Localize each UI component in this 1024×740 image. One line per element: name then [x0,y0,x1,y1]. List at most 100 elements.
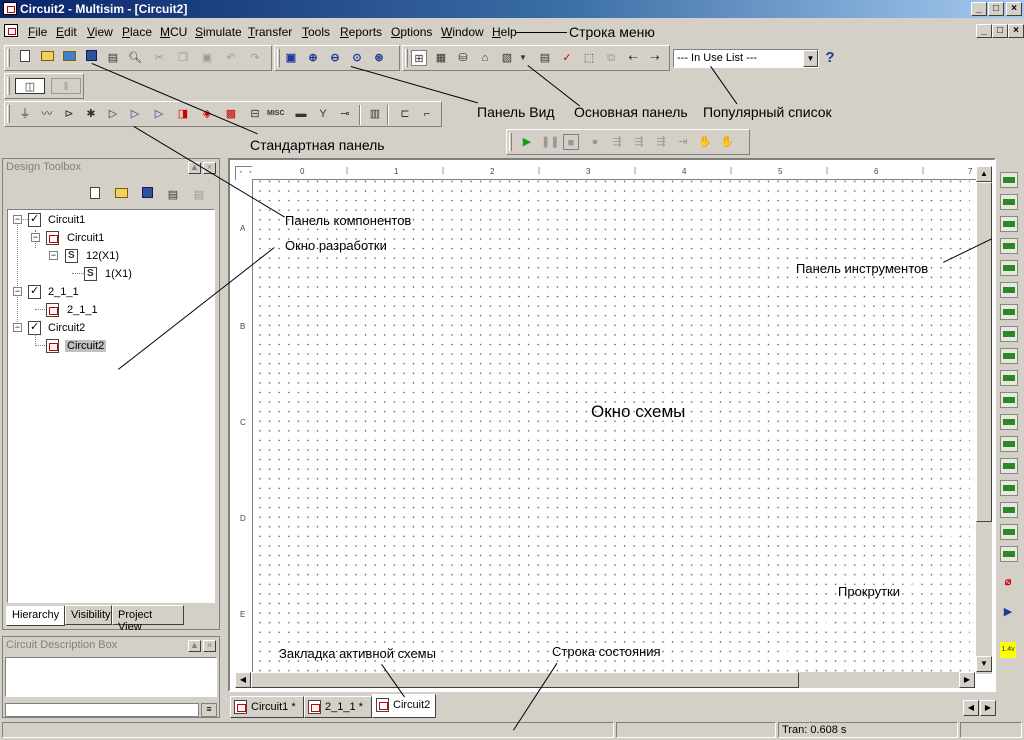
wattmeter-icon[interactable] [1000,216,1018,232]
create-component-icon[interactable]: ⌂ [477,50,493,66]
bus-icon[interactable]: ⌐ [419,106,435,122]
agilent-oscilloscope-icon[interactable] [1000,524,1018,540]
tree-item-1x1[interactable]: 1(X1) [105,268,132,280]
tab-hierarchy[interactable]: Hierarchy [6,606,65,626]
fullscreen-icon[interactable]: ▣ [283,50,299,66]
undo-icon[interactable]: ↶ [223,50,239,66]
rename-icon[interactable]: ▤ [191,187,207,203]
menu-tools[interactable]: Tools [302,25,330,39]
doc-minimize-button[interactable]: _ [976,24,992,38]
spreadsheet-icon[interactable]: ▦ [433,50,449,66]
redo-icon[interactable]: ↷ [247,50,263,66]
tree-collapse-icon[interactable]: − [31,233,40,242]
print-icon[interactable]: ▤ [105,50,121,66]
tab-scroll-left-icon[interactable]: ◀ [963,700,979,716]
horizontal-scrollbar[interactable]: ◀ ▶ [235,672,975,688]
tree-collapse-icon[interactable]: − [13,287,22,296]
current-probe-icon[interactable]: 1.4v [1000,642,1016,658]
tree-collapse-icon[interactable]: − [13,323,22,332]
tektronix-oscilloscope-icon[interactable] [1000,546,1018,562]
stop-icon[interactable]: ■ [563,134,579,150]
ttl-icon[interactable]: ▷ [127,106,143,122]
menu-simulate[interactable]: Simulate [195,25,242,39]
tab-visibility[interactable]: Visibility [65,605,112,625]
tree-item-2-1-1-sheet[interactable]: 2_1_1 [67,304,98,316]
pane-close-icon[interactable]: × [203,640,216,652]
pane-dock-icon[interactable]: ▲ [188,640,201,652]
menu-options[interactable]: Options [391,25,432,39]
design-toolbox-icon[interactable]: ⊞ [411,50,427,66]
menu-help[interactable]: Help [492,25,517,39]
erc-icon[interactable]: ✓ [559,50,575,66]
maximize-button[interactable]: □ [988,2,1004,16]
print-preview-icon[interactable]: 🔍︎ [127,50,143,66]
measurement-probe-icon[interactable]: ⌀ [1000,574,1016,590]
cut-icon[interactable]: ✂ [151,50,167,66]
tree-item-circuit1[interactable]: Circuit1 [48,214,85,226]
four-channel-oscilloscope-icon[interactable] [1000,260,1018,276]
electromechanical-icon[interactable]: ⊸ [337,106,353,122]
step-over-icon[interactable]: ⇶ [631,134,647,150]
analog-icon[interactable]: ▷ [105,106,121,122]
logic-analyzer-icon[interactable] [1000,348,1018,364]
switch-icon[interactable]: ‖ [51,78,81,94]
function-generator-icon[interactable] [1000,194,1018,210]
menu-view[interactable]: View [87,25,113,39]
doc-restore-button[interactable]: □ [992,24,1008,38]
spectrum-analyzer-icon[interactable] [1000,436,1018,452]
vertical-scroll-thumb[interactable] [976,182,992,522]
pause-icon[interactable]: ❚❚ [541,134,559,150]
splitter-icon[interactable]: ≡ [201,703,217,717]
checkbox-icon[interactable] [28,320,41,335]
bode-plotter-icon[interactable] [1000,282,1018,298]
save-icon[interactable] [139,187,155,203]
advanced-peripherals-icon[interactable]: ▬ [293,106,309,122]
tree-collapse-icon[interactable]: − [13,215,22,224]
multimeter-icon[interactable] [1000,172,1018,188]
step-into-icon[interactable]: ⇶ [609,134,625,150]
tab-circuit2[interactable]: Circuit2 [372,694,436,718]
remove-breakpoints-icon[interactable]: ✋ [719,134,735,150]
menu-window[interactable]: Window [441,25,484,39]
word-generator-icon[interactable] [1000,326,1018,342]
checkbox-icon[interactable] [28,212,41,227]
labview-icon[interactable]: ▶ [1000,604,1016,620]
checkbox-icon[interactable] [28,284,41,299]
network-analyzer-icon[interactable] [1000,458,1018,474]
tree-item-12x1[interactable]: 12(X1) [86,250,119,262]
open-folder-icon[interactable] [39,50,55,66]
new-file-icon[interactable] [87,187,103,203]
menu-edit[interactable]: Edit [56,25,77,39]
database-icon[interactable]: ⛁ [455,50,471,66]
description-text-area[interactable] [5,657,217,697]
scroll-down-icon[interactable]: ▼ [976,656,992,672]
scroll-up-icon[interactable]: ▲ [976,166,992,182]
step-out-icon[interactable]: ⇶ [653,134,669,150]
breadboard-icon[interactable]: ◫ [15,78,45,94]
tab-project-view[interactable]: Project View [112,605,184,633]
zoom-in-icon[interactable]: ⊕ [305,50,321,66]
description-scrollbar[interactable] [5,703,199,717]
iv-analyzer-icon[interactable] [1000,392,1018,408]
menu-reports[interactable]: Reports [340,25,382,39]
diode-icon[interactable]: ⊳ [61,106,77,122]
copy-icon[interactable]: ❐ [175,50,191,66]
open-sample-icon[interactable] [61,50,77,66]
tab-circuit1[interactable]: Circuit1 * [230,696,304,718]
document-icon[interactable] [4,24,18,37]
postprocessor-icon[interactable]: ▤ [537,50,553,66]
breakpoint-icon[interactable]: ● [587,134,603,150]
close-button[interactable]: × [1006,2,1022,16]
toggle-breakpoint-icon[interactable]: ✋ [697,134,713,150]
chevron-down-icon[interactable]: ▼ [515,50,531,66]
misc-icon[interactable]: MISC [267,106,285,122]
tab-2-1-1[interactable]: 2_1_1 * [304,696,372,718]
resistor-icon[interactable]: 〰 [39,106,55,122]
grapher-icon[interactable]: ▧ [499,50,515,66]
paste-icon[interactable]: ▣ [199,50,215,66]
open-folder-icon[interactable] [113,187,129,203]
source-icon[interactable]: ⏚ [17,106,33,122]
area-select-icon[interactable]: ⬚ [581,50,597,66]
distortion-analyzer-icon[interactable] [1000,414,1018,430]
agilent-multimeter-icon[interactable] [1000,502,1018,518]
